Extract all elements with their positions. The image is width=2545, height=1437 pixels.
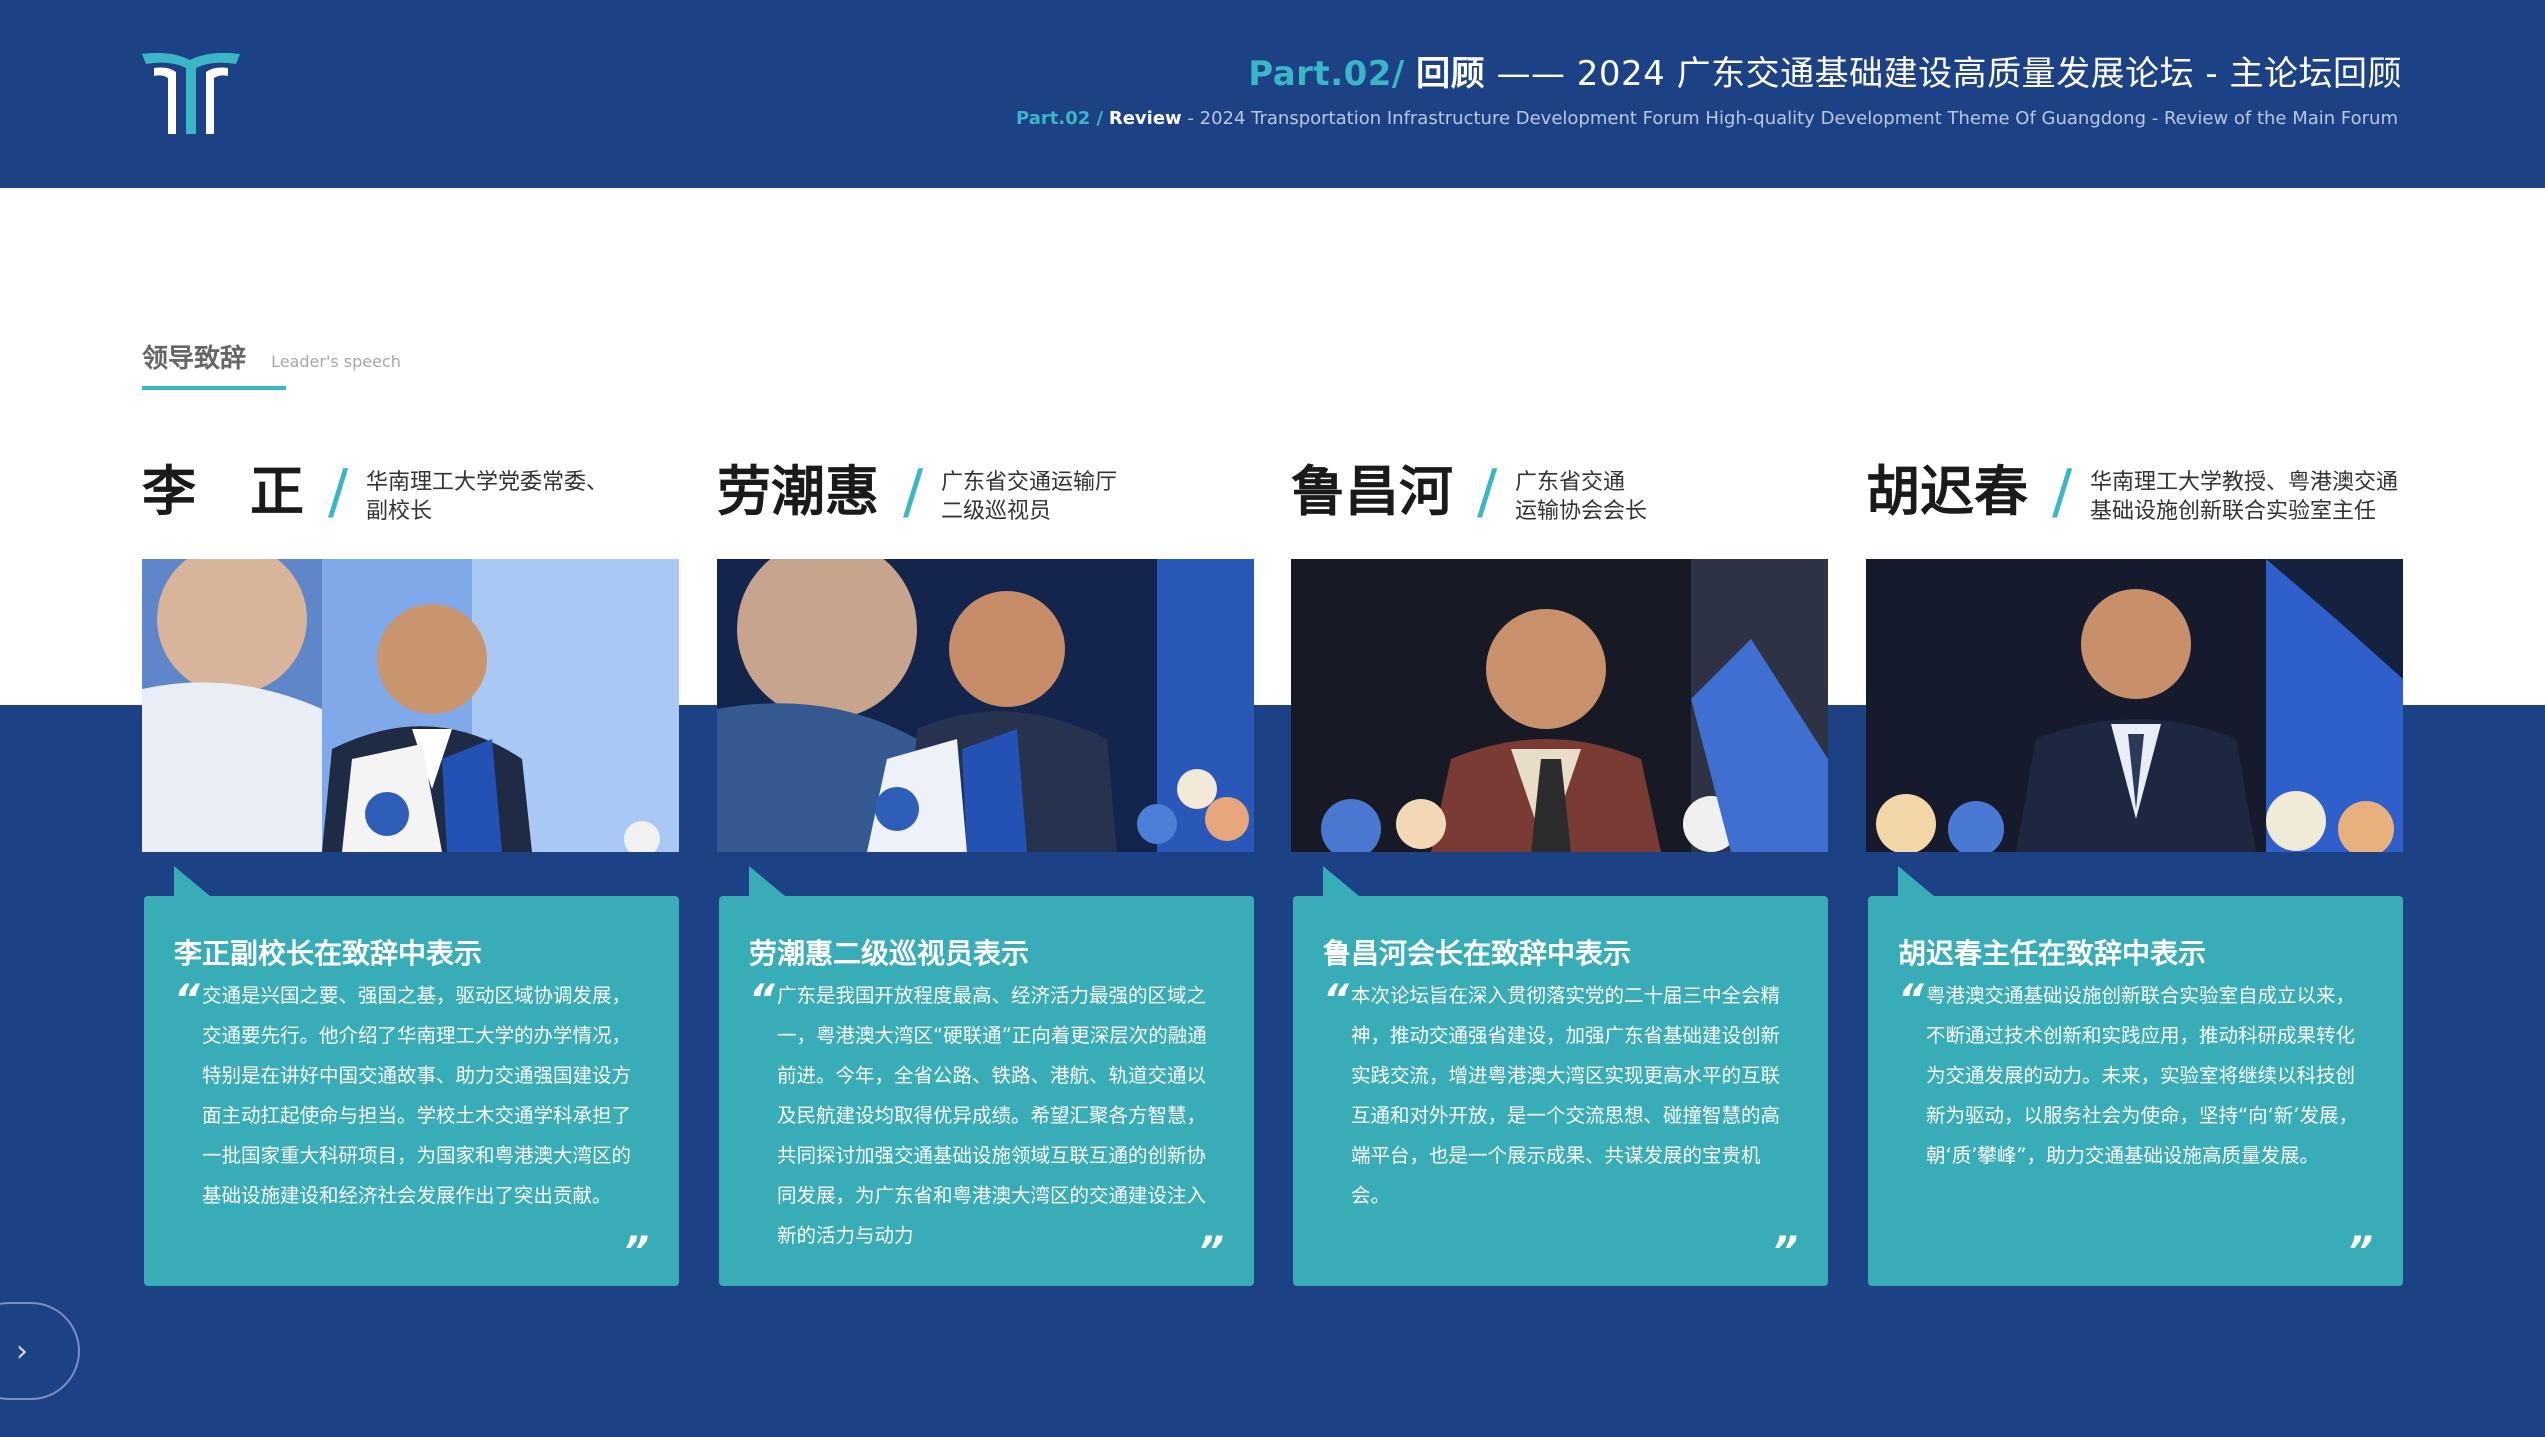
speaker-title: 广东省交通运输厅 二级巡视员: [941, 468, 1117, 526]
card-tail: [1898, 866, 1934, 896]
speaker-column-3: 鲁昌河 / 广东省交通 运输协会会长 鲁昌河会长在致辞中表示 “ 本次论坛旨在深…: [1291, 460, 1829, 1286]
page-subtitle: Part.02 / Review - 2024 Transportation I…: [1016, 108, 2398, 129]
title-dash: ——: [1496, 54, 1566, 94]
section-title: 领导致辞: [142, 344, 247, 374]
title-part: Part.02: [1248, 54, 1392, 94]
quote-card: 劳潮惠二级巡视员表示 “ 广东是我国开放程度最高、经济活力最强的区域之一，粤港澳…: [719, 866, 1254, 1286]
speaker-column-2: 劳潮惠 / 广东省交通运输厅 二级巡视员 劳潮惠二级巡视员表示 “ 广东是我国开…: [717, 460, 1255, 1286]
speaker-title-line2: 基础设施创新联合实验室主任: [2090, 499, 2377, 524]
title-review: 回顾: [1416, 54, 1486, 94]
card-quote: 本次论坛旨在深入贯彻落实党的二十届三中全会精神，推动交通强省建设，加强广东省基础…: [1351, 984, 1781, 1207]
speaker-name: 胡迟春: [1866, 460, 2028, 523]
page-title: Part.02/ 回顾 —— 2024 广东交通基础建设高质量发展论坛 - 主论…: [1248, 46, 2402, 95]
name-divider: /: [903, 457, 924, 527]
speaker-title-line1: 华南理工大学教授、粤港澳交通: [2090, 470, 2399, 495]
name-divider: /: [328, 457, 349, 527]
subtitle-text: - 2024 Transportation Infrastructure Dev…: [1187, 108, 2398, 129]
card-title: 劳潮惠二级巡视员表示: [749, 937, 1030, 970]
quote-open-icon: “: [1323, 977, 1349, 1023]
speaker-photo: [1866, 559, 2403, 852]
speaker-column-1: 李 正 / 华南理工大学党委常委、 副校长 李正副校长在致辞中表示 “ 交通是兴…: [142, 460, 680, 1286]
card-tail: [749, 866, 785, 896]
speaker-column-4: 胡迟春 / 华南理工大学教授、粤港澳交通 基础设施创新联合实验室主任 胡迟春主任…: [1866, 460, 2404, 1286]
quote-close-icon: ”: [1198, 1229, 1224, 1275]
subtitle-review: Review: [1108, 108, 1182, 129]
speaker-photo: [1291, 559, 1828, 852]
speaker-photo: [717, 559, 1254, 852]
speaker-title-line1: 广东省交通: [1515, 470, 1626, 495]
speaker-title: 广东省交通 运输协会会长: [1515, 468, 1647, 526]
card-title: 鲁昌河会长在致辞中表示: [1323, 937, 1632, 970]
speaker-title: 华南理工大学教授、粤港澳交通 基础设施创新联合实验室主任: [2090, 468, 2398, 526]
logo-icon: [142, 52, 240, 134]
speaker-title-line2: 运输协会会长: [1515, 499, 1648, 524]
speaker-header: 李 正 / 华南理工大学党委常委、 副校长: [142, 460, 680, 560]
quote-close-icon: ”: [1772, 1229, 1798, 1275]
speaker-header: 鲁昌河 / 广东省交通 运输协会会长: [1291, 460, 1829, 560]
speaker-name: 劳潮惠: [717, 460, 879, 523]
card-tail: [1323, 866, 1359, 896]
card-quote: 广东是我国开放程度最高、经济活力最强的区域之一，粤港澳大湾区“硬联通”正向着更深…: [777, 984, 1207, 1247]
quote-open-icon: “: [1898, 977, 1924, 1023]
quote-close-icon: ”: [623, 1229, 649, 1275]
section-subtitle: Leader's speech: [271, 352, 401, 371]
speaker-title-line1: 广东省交通运输厅: [941, 470, 1118, 495]
section-heading: 领导致辞 Leader's speech: [142, 338, 401, 375]
subtitle-part: Part.02 /: [1016, 108, 1104, 129]
quote-open-icon: “: [749, 977, 775, 1023]
card-quote: 交通是兴国之要、强国之基，驱动区域协调发展，交通要先行。他介绍了华南理工大学的办…: [202, 984, 632, 1207]
title-part-slash: /: [1391, 54, 1405, 94]
speaker-photo: [142, 559, 679, 852]
title-text: 2024 广东交通基础建设高质量发展论坛 - 主论坛回顾: [1576, 54, 2402, 94]
speaker-title-line1: 华南理工大学党委常委、: [366, 470, 609, 495]
quote-card: 李正副校长在致辞中表示 “ 交通是兴国之要、强国之基，驱动区域协调发展，交通要先…: [144, 866, 679, 1286]
card-quote: 粤港澳交通基础设施创新联合实验室自成立以来，不断通过技术创新和实践应用，推动科研…: [1926, 984, 2358, 1167]
name-divider: /: [1477, 457, 1498, 527]
quote-card: 胡迟春主任在致辞中表示 “ 粤港澳交通基础设施创新联合实验室自成立以来，不断通过…: [1868, 866, 2403, 1286]
quote-open-icon: “: [174, 977, 200, 1023]
speaker-title-line2: 副校长: [366, 499, 433, 524]
card-title: 胡迟春主任在致辞中表示: [1898, 937, 2207, 970]
section-underline: [142, 386, 286, 390]
chevron-right-icon: ›: [16, 1334, 28, 1369]
speaker-title: 华南理工大学党委常委、 副校长: [366, 468, 608, 526]
header-bar: Part.02/ 回顾 —— 2024 广东交通基础建设高质量发展论坛 - 主论…: [0, 0, 2545, 188]
speaker-header: 胡迟春 / 华南理工大学教授、粤港澳交通 基础设施创新联合实验室主任: [1866, 460, 2404, 560]
speaker-name: 李 正: [142, 460, 304, 523]
card-tail: [174, 866, 210, 896]
name-divider: /: [2052, 457, 2073, 527]
quote-close-icon: ”: [2347, 1229, 2373, 1275]
speaker-title-line2: 二级巡视员: [941, 499, 1052, 524]
quote-card: 鲁昌河会长在致辞中表示 “ 本次论坛旨在深入贯彻落实党的二十届三中全会精神，推动…: [1293, 866, 1828, 1286]
speaker-header: 劳潮惠 / 广东省交通运输厅 二级巡视员: [717, 460, 1255, 560]
speaker-name: 鲁昌河: [1291, 460, 1453, 523]
card-title: 李正副校长在致辞中表示: [174, 937, 483, 970]
